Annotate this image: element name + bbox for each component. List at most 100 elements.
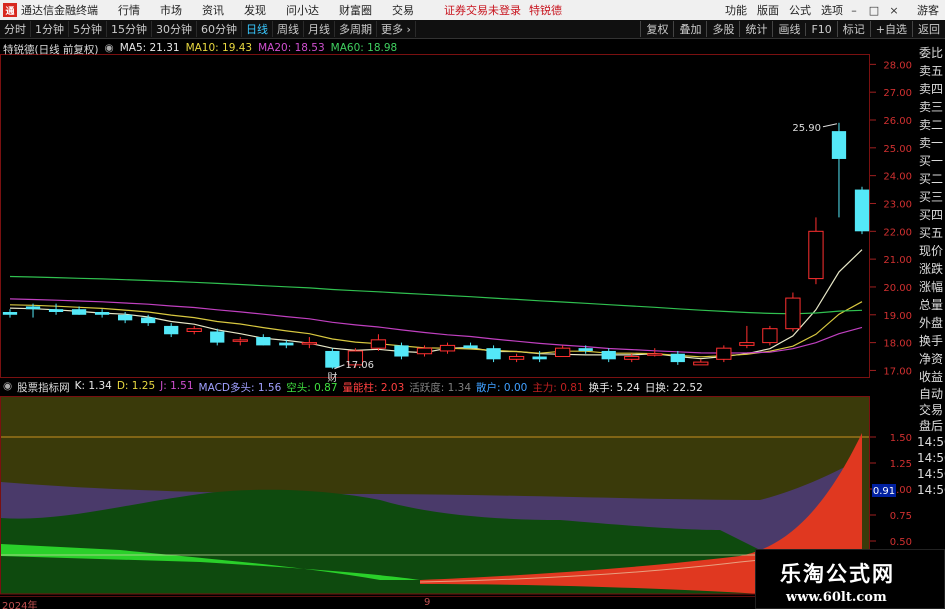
menu-item-shichang[interactable]: 市场 <box>160 2 182 18</box>
side-item[interactable]: 14:50 <box>917 450 945 466</box>
candle-body <box>831 131 847 159</box>
candle-body <box>164 325 179 335</box>
tool-fanhui[interactable]: 返回 <box>912 21 945 37</box>
period-5min[interactable]: 5分钟 <box>69 21 107 37</box>
side-item[interactable]: 卖一 <box>917 134 945 152</box>
main-pane-frame <box>0 54 870 378</box>
ma60-label: MA60: 18.98 <box>330 42 398 54</box>
side-item[interactable]: 交易 <box>917 402 945 418</box>
current-stock-name: 特锐德 <box>529 4 562 17</box>
period-multi[interactable]: 多周期 <box>335 21 377 37</box>
price-tick-label: 24.00 <box>883 172 912 183</box>
tool-f10[interactable]: F10 <box>805 22 836 36</box>
candle-body <box>94 312 110 315</box>
menu-item-wenxiaoda[interactable]: 问小达 <box>286 2 319 18</box>
candle-body <box>186 328 202 332</box>
side-item[interactable]: 盘后 <box>917 418 945 434</box>
close-icon[interactable]: × <box>885 4 903 17</box>
menu-item-zixun[interactable]: 资讯 <box>202 2 224 18</box>
menu-item-hangqing[interactable]: 行情 <box>118 2 140 18</box>
menu-item-gongneng[interactable]: 功能 <box>725 2 747 18</box>
tool-zixuan[interactable]: +自选 <box>869 21 912 37</box>
date-label-month: 9 <box>424 597 431 608</box>
indicator-tick-label: 0.75 <box>890 511 912 522</box>
period-weekly[interactable]: 周线 <box>273 21 304 37</box>
kline-chart[interactable]: 28.00 27.00 26.00 25.00 24.00 23.00 22.00 21.00… <box>0 39 945 609</box>
price-tick-label: 25.00 <box>883 144 912 155</box>
side-item[interactable]: 卖三 <box>917 98 945 116</box>
indicator-menu-icon[interactable]: ◉ <box>3 380 12 394</box>
period-toolbar: 分时 1分钟 5分钟 15分钟 30分钟 60分钟 日线 周线 月线 多周期 更… <box>0 20 945 39</box>
price-tick-label: 28.00 <box>883 60 912 71</box>
menu-item-banmian[interactable]: 版面 <box>757 2 779 18</box>
candle-body <box>578 348 593 351</box>
period-30min[interactable]: 30分钟 <box>152 21 197 37</box>
kongtou-label: 空头: 0.87 <box>286 382 338 394</box>
price-tick-label: 21.00 <box>883 255 912 266</box>
huoyue-label: 活跃度: 1.34 <box>409 382 472 394</box>
menu-item-jiaoyi[interactable]: 交易 <box>392 2 414 18</box>
side-item[interactable]: 卖四 <box>917 80 945 98</box>
candle-body <box>416 347 433 355</box>
side-item[interactable]: 14:50 <box>917 482 945 498</box>
tool-fuquan[interactable]: 复权 <box>640 21 673 37</box>
candle-body <box>463 345 478 349</box>
period-fenshi[interactable]: 分时 <box>0 21 31 37</box>
tool-biaoji[interactable]: 标记 <box>836 21 870 37</box>
login-status[interactable]: 证券交易未登录 <box>444 2 521 18</box>
price-axis: 28.00 27.00 26.00 25.00 24.00 23.00 22.00 21.00… <box>870 60 912 377</box>
candle-body <box>808 230 824 280</box>
indicator-legend: ◉ 股票指标网 K: 1.34 D: 1.25 J: 1.51 MACD多头: … <box>3 380 708 394</box>
settings-icon[interactable]: ◉ <box>105 42 114 56</box>
price-tick-label: 19.00 <box>883 311 912 322</box>
high-price-label: 25.90 <box>792 123 821 134</box>
minimize-icon[interactable]: – <box>845 4 863 17</box>
period-monthly[interactable]: 月线 <box>304 21 335 37</box>
side-item[interactable]: 买五 <box>917 224 945 242</box>
menu-item-faxian[interactable]: 发现 <box>244 2 266 18</box>
side-item[interactable]: 换手 <box>917 332 945 350</box>
side-item[interactable]: 涨跌 <box>917 260 945 278</box>
top-menu-bar: 通 通达信金融终端 行情 市场 资讯 发现 问小达 财富圈 交易 证券交易未登录… <box>0 0 945 20</box>
candle-body <box>71 309 87 315</box>
candle-body <box>48 309 64 312</box>
menu-item-xuanxiang[interactable]: 选项 <box>821 2 843 18</box>
side-item[interactable]: 14:50 <box>917 434 945 450</box>
side-item[interactable]: 现价 <box>917 242 945 260</box>
side-item[interactable]: 买三 <box>917 188 945 206</box>
side-item[interactable]: 涨幅 <box>917 278 945 296</box>
side-item[interactable]: 买二 <box>917 170 945 188</box>
low-price-label: 17.06 <box>345 360 374 371</box>
menu-item-caifuquan[interactable]: 财富圈 <box>339 2 372 18</box>
chart-title: 特锐德(日线 前复权) <box>3 44 99 56</box>
maximize-icon[interactable]: □ <box>865 4 883 17</box>
zhuli-label: 主力: 0.81 <box>532 382 584 394</box>
side-item[interactable]: 收益 <box>917 368 945 386</box>
menu-item-gongshi[interactable]: 公式 <box>789 2 811 18</box>
side-item[interactable]: 14:50 <box>917 466 945 482</box>
tool-diejia[interactable]: 叠加 <box>673 21 706 37</box>
period-daily[interactable]: 日线 <box>242 21 273 37</box>
side-item[interactable]: 自动 <box>917 386 945 402</box>
side-item[interactable]: 买四 <box>917 206 945 224</box>
rihuan-label: 日换: 22.52 <box>644 382 703 394</box>
side-item[interactable]: 净资 <box>917 350 945 368</box>
tool-tongji[interactable]: 统计 <box>739 21 772 37</box>
price-tick-label: 23.00 <box>883 199 912 210</box>
side-item[interactable]: 总量 <box>917 296 945 314</box>
watermark-title: 乐淘公式网 <box>780 561 895 586</box>
period-more[interactable]: 更多 › <box>377 21 416 37</box>
side-item[interactable]: 卖五 <box>917 62 945 80</box>
tool-huaxian[interactable]: 画线 <box>772 21 805 37</box>
side-item[interactable]: 买一 <box>917 152 945 170</box>
period-60min[interactable]: 60分钟 <box>197 21 242 37</box>
guest-user[interactable]: 游客 <box>917 2 939 18</box>
candle-body <box>624 356 640 360</box>
tool-duogu[interactable]: 多股 <box>706 21 739 37</box>
side-item[interactable]: 卖二 <box>917 116 945 134</box>
period-1min[interactable]: 1分钟 <box>31 21 69 37</box>
side-item[interactable]: 委比 <box>917 44 945 62</box>
ma5-label: MA5: 21.31 <box>119 42 180 54</box>
side-item[interactable]: 外盘 <box>917 314 945 332</box>
period-15min[interactable]: 15分钟 <box>107 21 152 37</box>
